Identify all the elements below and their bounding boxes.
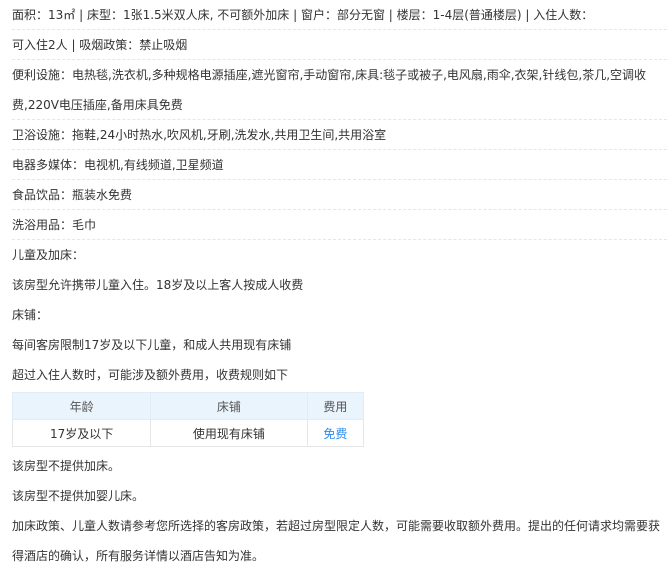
no-crib-text: 该房型不提供加婴儿床。	[12, 489, 145, 503]
table-row: 17岁及以下 使用现有床铺 免费	[11, 419, 365, 447]
fee-header: 费用	[306, 392, 365, 420]
bed-cell: 使用现有床铺	[150, 419, 308, 447]
amenities-line-2: 费,220V电压插座,备用床具免费	[12, 90, 667, 120]
room-policy-panel: 面积：13㎡ | 床型：1张1.5米双人床, 不可额外加床 | 窗户：部分无窗 …	[0, 0, 667, 571]
children-policy-text: 该房型允许携带儿童入住。18岁及以上客人按成人收费	[12, 278, 304, 292]
fee-table-header-row: 年龄 床铺 费用	[11, 392, 365, 420]
bed-header: 床铺	[150, 392, 308, 420]
fee-cell: 免费	[306, 419, 365, 447]
room-info-line-1: 面积：13㎡ | 床型：1张1.5米双人床, 不可额外加床 | 窗户：部分无窗 …	[12, 0, 667, 30]
policy-note-line-2: 得酒店的确认，所有服务详情以酒店告知为准。	[12, 549, 265, 563]
age-cell: 17岁及以下	[11, 419, 152, 447]
media-line: 电器多媒体：电视机,有线频道,卫星频道	[12, 150, 667, 180]
bedding-heading: 床铺：	[12, 308, 49, 322]
no-extra-bed-text: 该房型不提供加床。	[12, 459, 121, 473]
bathroom-line: 卫浴设施：拖鞋,24小时热水,吹风机,牙刷,洗发水,共用卫生间,共用浴室	[12, 120, 667, 150]
bedding-policy-text: 每间客房限制17岁及以下儿童，和成人共用现有床铺	[12, 338, 292, 352]
amenities-line-1: 便利设施：电热毯,洗衣机,多种规格电源插座,遮光窗帘,手动窗帘,床具:毯子或被子…	[12, 68, 647, 82]
age-header: 年龄	[11, 392, 152, 420]
fee-table: 年龄 床铺 费用 17岁及以下 使用现有床铺 免费	[11, 392, 365, 447]
food-line: 食品饮品：瓶装水免费	[12, 180, 667, 210]
children-heading: 儿童及加床：	[12, 248, 85, 262]
room-info-line-2: 可入住2人 | 吸烟政策：禁止吸烟	[12, 30, 667, 60]
extra-fee-text: 超过入住人数时，可能涉及额外费用，收费规则如下	[12, 368, 289, 382]
policy-note-line-1: 加床政策、儿童人数请参考您所选择的客房政策，若超过房型限定人数，可能需要收取额外…	[12, 519, 661, 533]
toiletries-line: 洗浴用品：毛巾	[12, 210, 667, 240]
